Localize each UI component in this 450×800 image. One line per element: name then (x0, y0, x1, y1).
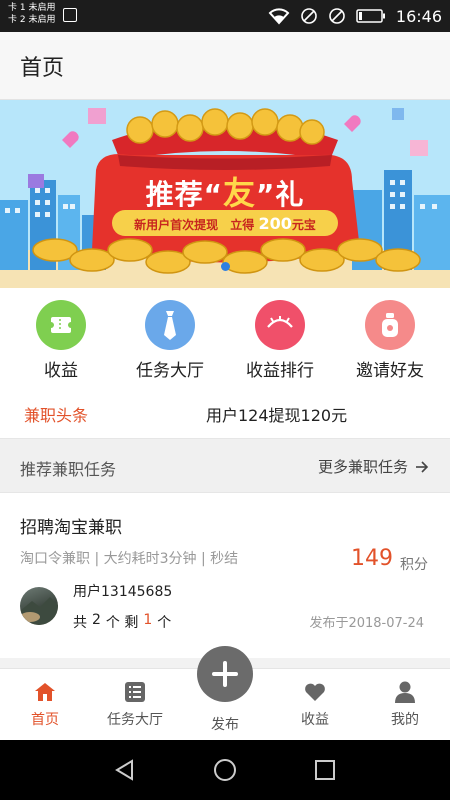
no-sim-2-icon (329, 8, 345, 24)
nav-income-label: 收益 (301, 712, 329, 728)
task-meta: 淘口令兼职 | 大约耗时3分钟 | 秒结 (20, 551, 239, 567)
plus-icon (212, 661, 238, 687)
sim2-status: 卡 2 未启用 (8, 15, 56, 25)
section-header: 推荐兼职任务 更多兼职任务 (0, 438, 450, 493)
app-bar: 首页 (0, 32, 450, 100)
image-notification-icon (63, 8, 77, 22)
task-card[interactable]: 招聘淘宝兼职 淘口令兼职 | 大约耗时3分钟 | 秒结 149 积分 用户131… (0, 493, 450, 658)
bag-icon (365, 300, 415, 350)
banner-title-highlight: 友 (222, 174, 256, 212)
quick-action-task-hall-label: 任务大厅 (136, 361, 204, 381)
task-quota-remaining: 1 (143, 612, 153, 628)
nav-home[interactable]: 首页 (0, 679, 90, 729)
list-icon (90, 679, 180, 705)
banner-title-suffix: ”礼 (256, 178, 305, 211)
nav-task-hall-label: 任务大厅 (107, 712, 163, 728)
task-quota-prefix: 共 (73, 615, 87, 631)
task-score: 149 (351, 546, 393, 571)
banner-title: 推荐“友”礼 (120, 168, 330, 214)
wifi-icon (268, 8, 290, 25)
clock: 16:46 (395, 6, 442, 26)
more-tasks-link[interactable]: 更多兼职任务 (318, 456, 430, 477)
home-circle-icon[interactable] (212, 757, 238, 783)
nav-income[interactable]: 收益 (270, 679, 360, 729)
task-score-unit: 积分 (400, 557, 428, 573)
more-tasks-label: 更多兼职任务 (317, 458, 408, 476)
arrow-right-icon (416, 460, 429, 473)
tie-icon (145, 300, 195, 350)
back-icon[interactable] (113, 758, 137, 782)
publish-label: 发布 (211, 717, 239, 733)
publish-button[interactable] (197, 646, 253, 702)
banner-subtitle-mid: 立得 (230, 218, 255, 232)
status-bar: 卡 1 未启用 卡 2 未启用 16:46 (0, 0, 450, 32)
page-title: 首页 (20, 56, 65, 81)
quick-action-ranking-label: 收益排行 (246, 361, 314, 381)
task-quota-total: 2 (92, 612, 101, 628)
nav-home-label: 首页 (31, 712, 59, 728)
user-icon (360, 679, 450, 705)
ticket-icon (36, 300, 86, 350)
heart-icon (270, 679, 360, 705)
quick-actions: 收益 任务大厅 收益排行 邀请好友 (0, 288, 450, 384)
task-quota-mid: 个 剩 (105, 615, 139, 631)
news-ticker[interactable]: 兼职头条 用户124提现120元 (0, 384, 450, 438)
sim1-status: 卡 1 未启用 (8, 3, 56, 13)
nav-mine[interactable]: 我的 (360, 679, 450, 729)
section-title: 推荐兼职任务 (20, 460, 117, 479)
banner-subtitle: 新用户首次提现 立得 200元宝 (112, 214, 338, 233)
quick-action-task-hall[interactable]: 任务大厅 (114, 300, 226, 381)
quick-action-ranking[interactable]: 收益排行 (224, 300, 336, 381)
task-quota-suffix: 个 (157, 615, 172, 631)
banner-title-prefix: 推荐“ (145, 178, 223, 211)
avatar[interactable] (20, 587, 58, 625)
quick-action-income-label: 收益 (44, 361, 78, 381)
battery-icon (356, 9, 385, 23)
task-quota: 共 2 个 剩 1 个 (73, 612, 171, 632)
task-title: 招聘淘宝兼职 (20, 518, 122, 538)
news-ticker-tag: 兼职头条 (24, 406, 89, 425)
recents-icon[interactable] (314, 759, 336, 781)
task-date: 发布于2018-07-24 (309, 616, 424, 631)
banner-subtitle-unit: 元宝 (291, 218, 316, 232)
quick-action-invite[interactable]: 邀请好友 (334, 300, 446, 381)
no-sim-icon (301, 8, 317, 24)
home-icon (0, 679, 90, 705)
system-nav-bar (0, 740, 450, 800)
promo-banner[interactable]: 推荐“友”礼 新用户首次提现 立得 200元宝 (0, 100, 450, 288)
banner-subtitle-amount: 200 (258, 214, 292, 233)
news-ticker-text: 用户124提现120元 (206, 406, 348, 425)
quick-action-income[interactable]: 收益 (5, 300, 117, 381)
nav-task-hall[interactable]: 任务大厅 (90, 679, 180, 729)
task-publisher: 用户13145685 (73, 584, 173, 600)
carousel-indicator[interactable] (221, 262, 230, 271)
nav-mine-label: 我的 (391, 712, 419, 728)
quick-action-invite-label: 邀请好友 (356, 361, 424, 381)
banner-subtitle-left: 新用户首次提现 (134, 218, 219, 232)
eye-icon (255, 300, 305, 350)
